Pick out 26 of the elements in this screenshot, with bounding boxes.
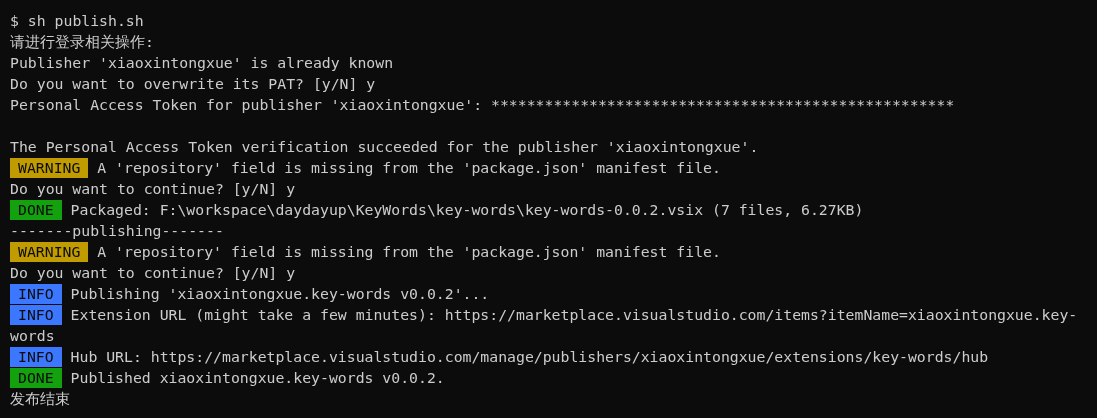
output-text: words (10, 327, 55, 344)
output-text: A 'repository' field is missing from the 'package.json' manifest file. (97, 159, 721, 176)
output-text: 发布结束 (10, 390, 70, 407)
output-text: Personal Access Token for publisher 'xiaoxintongxue': **************************************************** (10, 96, 955, 113)
output-text: Published xiaoxintongxue.key-words v0.0.2. (70, 369, 445, 386)
status-badge: INFO (10, 305, 62, 325)
output-text: The Personal Access Token verification succeeded for the publisher 'xiaoxintongxue'. (10, 138, 759, 155)
output-text: Publisher 'xiaoxintongxue' is already known (10, 54, 394, 71)
status-badge: DONE (10, 200, 62, 220)
prompt-symbol: $ (10, 12, 19, 29)
command-text: sh publish.sh (27, 12, 144, 29)
output-text: -------publishing------- (10, 222, 224, 239)
status-badge: WARNING (10, 242, 89, 262)
output-text: Do you want to continue? [y/N] y (10, 264, 296, 281)
output-text: Hub URL: https://marketplace.visualstudio.com/manage/publishers/xiaoxintongxue/extensions/key-words/hub (70, 348, 989, 365)
status-badge: WARNING (10, 158, 89, 178)
status-badge: INFO (10, 284, 62, 304)
output-text: Do you want to overwrite its PAT? [y/N] y (10, 75, 376, 92)
status-badge: INFO (10, 347, 62, 367)
output-text: A 'repository' field is missing from the 'package.json' manifest file. (97, 243, 721, 260)
output-text: Packaged: F:\workspace\daydayup\KeyWords\key-words\key-words-0.0.2.vsix (7 files, 6.27KB) (70, 201, 864, 218)
output-text: Do you want to continue? [y/N] y (10, 180, 296, 197)
status-badge: DONE (10, 368, 62, 388)
output-text: Extension URL (might take a few minutes): https://marketplace.visualstudio.com/items?itemName=xiaoxintongxue.key- (70, 306, 1078, 323)
output-text: Publishing 'xiaoxintongxue.key-words v0.0.2'... (70, 285, 490, 302)
output-text: 请进行登录相关操作: (10, 33, 154, 50)
